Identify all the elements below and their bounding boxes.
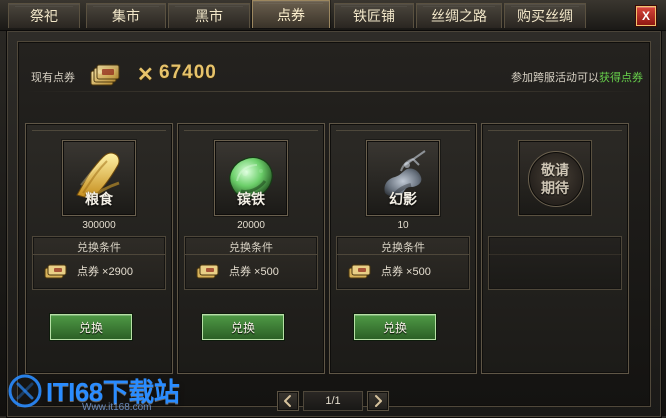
tab-label: 点券 [277, 6, 305, 23]
tab-sacrifice[interactable]: 祭祀 [8, 3, 80, 28]
tab-black-market[interactable]: 黑市 [168, 3, 250, 28]
exchange-button-label: 兑换 [230, 320, 255, 335]
close-button[interactable]: X [636, 6, 656, 26]
coming-soon-text: 敬请 期待 [519, 161, 591, 197]
exchange-card: 幻影 10 兑换条件 点券 ×500 兑换 [329, 123, 477, 374]
item-quantity: 300000 [82, 220, 116, 231]
watermark-logo [8, 374, 42, 408]
condition-title: 兑换条件 [381, 242, 425, 254]
tab-label: 集市 [112, 8, 140, 24]
event-text: 参加跨服活动可以 [511, 72, 599, 84]
item-icon-box: 粮食 [62, 140, 136, 216]
condition-separator [185, 254, 317, 255]
exchange-button[interactable]: 兑换 [50, 314, 132, 340]
coming-soon-line2: 期待 [541, 180, 569, 196]
multiply-symbol: ✕ [137, 64, 154, 86]
page-text: 1/1 [325, 395, 341, 407]
event-hint: 参加跨服活动可以获得点券 [511, 69, 643, 85]
tab-label: 购买丝绸 [517, 8, 573, 24]
ticket-icon [196, 264, 219, 279]
condition-title: 兑换条件 [77, 242, 121, 254]
empty-condition-box [488, 236, 622, 290]
watermark: ITI68下载站 Www.it168.com [8, 364, 238, 416]
condition-cost: 点券 ×2900 [43, 261, 157, 281]
points-label: 现有点券 [31, 72, 75, 84]
close-icon: X [641, 9, 650, 23]
tab-points[interactable]: 点券 [252, 0, 330, 28]
item-name: 幻影 [389, 191, 417, 207]
exchange-button-label: 兑换 [382, 320, 407, 335]
card-top-rail [184, 130, 318, 136]
condition-cost: 点券 ×500 [347, 261, 461, 281]
coming-soon-line1: 敬请 [541, 162, 569, 178]
tab-label: 铁匠铺 [353, 8, 395, 24]
cost-text: 点券 ×500 [229, 266, 279, 278]
coming-soon-card: 敬请 期待 [481, 123, 629, 374]
cost-text: 点券 ×500 [381, 266, 431, 278]
item-quantity: 20000 [237, 220, 265, 231]
item-icon-box: 幻影 [366, 140, 440, 216]
pagination: 1/1 [277, 391, 389, 411]
exchange-condition: 兑换条件 点券 ×2900 [32, 236, 166, 290]
coming-soon-box: 敬请 期待 [518, 140, 592, 216]
ticket-stack-icon [90, 64, 120, 86]
right-arrow-icon [375, 395, 382, 407]
ticket-icon [44, 264, 67, 279]
exchange-button-label: 兑换 [78, 320, 103, 335]
tab-label: 祭祀 [30, 8, 58, 24]
tab-blacksmith[interactable]: 铁匠铺 [334, 3, 414, 28]
tab-market[interactable]: 集市 [86, 3, 166, 28]
exchange-card: 粮食 300000 兑换条件 点券 ×2900 兑换 [25, 123, 173, 374]
condition-separator [33, 254, 165, 255]
ticket-icon [348, 264, 371, 279]
item-quantity: 10 [397, 220, 409, 231]
tab-silk-road[interactable]: 丝绸之路 [416, 3, 502, 28]
header-separator [25, 91, 643, 92]
event-link[interactable]: 获得点券 [599, 72, 643, 84]
empty-separator [489, 254, 621, 255]
item-icon-box: 镔铁 [214, 140, 288, 216]
condition-separator [337, 254, 469, 255]
card-top-rail [32, 130, 166, 136]
left-arrow-icon [284, 395, 291, 407]
top-tab-bar: 祭祀 集市 黑市 点券 铁匠铺 丝绸之路 购买丝绸 X [0, 0, 666, 31]
exchange-button[interactable]: 兑换 [202, 314, 284, 340]
exchange-condition: 兑换条件 点券 ×500 [184, 236, 318, 290]
condition-title: 兑换条件 [229, 242, 273, 254]
item-name: 粮食 [85, 191, 113, 207]
exchange-window: 现有点券 ✕ 67400 参加跨服活动可以获得点券 粮食 300000 兑换条件… [6, 30, 662, 418]
page-indicator: 1/1 [303, 391, 363, 411]
tab-buy-silk[interactable]: 购买丝绸 [504, 3, 586, 28]
exchange-card: 镔铁 20000 兑换条件 点券 ×500 兑换 [177, 123, 325, 374]
tab-label: 黑市 [195, 8, 223, 24]
card-top-rail [488, 130, 622, 136]
page-prev-button[interactable] [277, 391, 299, 411]
points-header: 现有点券 ✕ 67400 参加跨服活动可以获得点券 [25, 57, 643, 93]
tab-label: 丝绸之路 [431, 8, 487, 24]
watermark-sub: Www.it168.com [82, 402, 152, 413]
card-top-rail [336, 130, 470, 136]
page-next-button[interactable] [367, 391, 389, 411]
points-value: 67400 [159, 62, 217, 83]
item-name: 镔铁 [237, 191, 265, 207]
cost-text: 点券 ×2900 [77, 266, 133, 278]
condition-cost: 点券 ×500 [195, 261, 309, 281]
exchange-button[interactable]: 兑换 [354, 314, 436, 340]
exchange-condition: 兑换条件 点券 ×500 [336, 236, 470, 290]
